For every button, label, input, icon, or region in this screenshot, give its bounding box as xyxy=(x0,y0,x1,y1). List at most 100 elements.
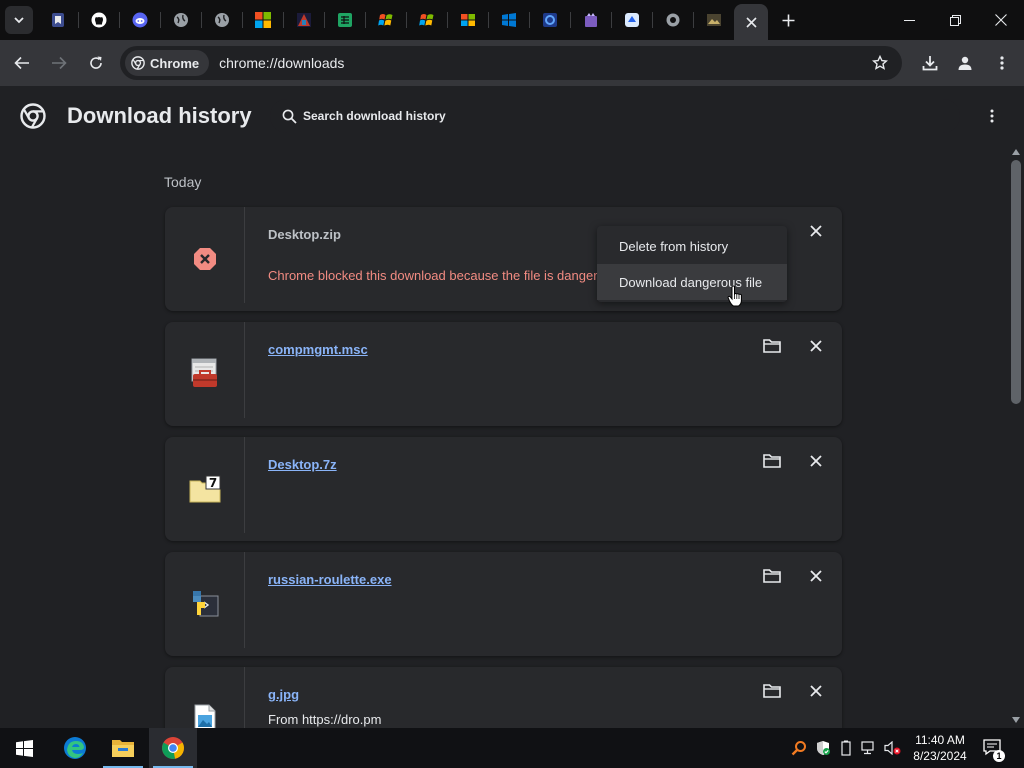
downloads-button[interactable] xyxy=(913,46,947,80)
profile-icon xyxy=(958,56,972,70)
browser-tab[interactable] xyxy=(570,0,611,40)
close-icon[interactable] xyxy=(745,16,757,28)
folder-icon xyxy=(763,569,781,583)
remove-button[interactable] xyxy=(805,680,827,702)
close-window-button[interactable] xyxy=(978,0,1024,40)
browser-tab[interactable] xyxy=(324,0,365,40)
back-button[interactable] xyxy=(5,46,39,80)
download-item: 7 Desktop.7z xyxy=(165,437,842,541)
remove-button[interactable] xyxy=(805,335,827,357)
browser-tab[interactable] xyxy=(529,0,570,40)
browser-tab[interactable] xyxy=(488,0,529,40)
browser-tab[interactable] xyxy=(447,0,488,40)
image-file-icon xyxy=(194,704,216,728)
site-chip-label: Chrome xyxy=(150,55,200,71)
close-icon xyxy=(810,340,822,352)
url-text[interactable]: chrome://downloads xyxy=(219,55,344,71)
show-in-folder-button[interactable] xyxy=(761,450,783,472)
spreadsheet-favicon xyxy=(337,13,352,27)
browser-tab[interactable] xyxy=(406,0,447,40)
browser-tab[interactable] xyxy=(283,0,324,40)
scroll-up-arrow[interactable] xyxy=(1008,146,1024,158)
file-icon-area xyxy=(165,552,245,656)
show-in-folder-button[interactable] xyxy=(761,565,783,587)
purple-app-favicon xyxy=(584,13,597,27)
bookmark-shield-favicon xyxy=(51,13,64,27)
tray-volume-icon[interactable] xyxy=(882,728,904,768)
vertical-scrollbar[interactable] xyxy=(1008,144,1024,728)
gear-favicon xyxy=(666,13,679,27)
taskbar-file-explorer[interactable] xyxy=(99,728,147,768)
colorful-favicon xyxy=(296,13,311,27)
site-chip[interactable]: Chrome xyxy=(125,50,210,76)
download-dangerous-file-item[interactable]: Download dangerous file xyxy=(597,264,787,300)
scroll-thumb[interactable] xyxy=(1011,160,1021,404)
browser-tab[interactable] xyxy=(611,0,652,40)
browser-tab[interactable] xyxy=(242,0,283,40)
file-name-link[interactable]: compmgmt.msc xyxy=(268,342,368,357)
remove-button[interactable] xyxy=(805,565,827,587)
minimize-button[interactable] xyxy=(886,0,932,40)
new-tab-button[interactable] xyxy=(772,4,804,36)
search-input[interactable] xyxy=(303,109,903,123)
bookmark-star-button[interactable] xyxy=(866,46,894,80)
toolbox-file-icon xyxy=(191,358,217,387)
battery-icon xyxy=(841,740,851,756)
browser-tab[interactable] xyxy=(693,0,734,40)
show-in-folder-button[interactable] xyxy=(761,680,783,702)
tray-search-icon[interactable] xyxy=(788,728,810,768)
tab-search-button[interactable] xyxy=(5,6,33,34)
blocked-icon xyxy=(194,248,216,270)
file-name-link[interactable]: russian-roulette.exe xyxy=(268,572,392,587)
downloads-menu-button[interactable] xyxy=(982,106,1002,126)
browser-tab[interactable] xyxy=(78,0,119,40)
browser-tab[interactable] xyxy=(160,0,201,40)
forward-button[interactable] xyxy=(42,46,76,80)
action-center-button[interactable]: 1 xyxy=(980,728,1006,768)
browser-tab[interactable] xyxy=(201,0,242,40)
notification-badge: 1 xyxy=(993,750,1005,762)
taskbar-edge[interactable] xyxy=(51,728,99,768)
card-divider xyxy=(244,667,245,728)
tray-battery-icon[interactable] xyxy=(836,728,856,768)
reload-icon xyxy=(90,56,102,69)
tray-defender-icon[interactable] xyxy=(812,728,834,768)
star-icon xyxy=(872,55,888,70)
clock-time: 11:40 AM xyxy=(915,733,965,747)
close-icon xyxy=(810,455,822,467)
file-icon-area xyxy=(165,322,245,426)
show-in-folder-button[interactable] xyxy=(761,335,783,357)
tab-strip xyxy=(0,0,1024,40)
profile-button[interactable] xyxy=(948,46,982,80)
folder-icon xyxy=(763,339,781,353)
file-name-link[interactable]: g.jpg xyxy=(268,687,299,702)
browser-tab[interactable] xyxy=(365,0,406,40)
active-tab[interactable] xyxy=(734,4,768,40)
close-icon xyxy=(810,225,822,237)
taskbar-chrome[interactable] xyxy=(149,728,197,768)
restore-button[interactable] xyxy=(932,0,978,40)
tray-network-icon[interactable] xyxy=(858,728,880,768)
address-bar[interactable]: Chrome chrome://downloads xyxy=(120,46,902,80)
chrome-icon xyxy=(131,56,145,70)
delete-from-history-item[interactable]: Delete from history xyxy=(597,228,787,264)
browser-tab[interactable] xyxy=(652,0,693,40)
download-item: g.jpg From https://dro.pm xyxy=(165,667,842,728)
browser-tab[interactable] xyxy=(37,0,78,40)
svg-text:7: 7 xyxy=(209,476,217,490)
reload-button[interactable] xyxy=(79,46,113,80)
scroll-down-arrow[interactable] xyxy=(1008,714,1024,726)
file-source: From https://dro.pm xyxy=(268,712,382,727)
start-button[interactable] xyxy=(0,728,48,768)
remove-button[interactable] xyxy=(805,220,827,242)
chrome-icon xyxy=(20,103,46,129)
search-icon xyxy=(282,109,297,124)
chrome-menu-button[interactable] xyxy=(986,46,1018,80)
search-downloads[interactable] xyxy=(270,99,960,133)
chrome-logo xyxy=(20,103,46,134)
remove-button[interactable] xyxy=(805,450,827,472)
browser-tab[interactable] xyxy=(119,0,160,40)
download-icon xyxy=(922,56,938,71)
taskbar-clock[interactable]: 11:40 AM 8/23/2024 xyxy=(905,732,975,764)
file-name-link[interactable]: Desktop.7z xyxy=(268,457,337,472)
